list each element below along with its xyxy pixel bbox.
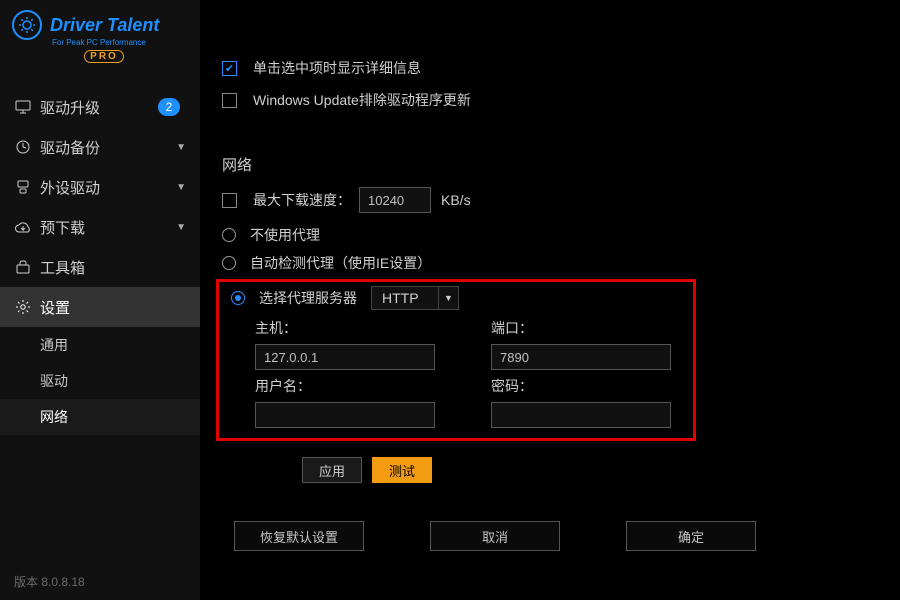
subnav-general[interactable]: 通用 [0, 327, 200, 363]
max-speed-label: 最大下载速度： [253, 190, 351, 210]
sidebar-item-predownload[interactable]: 预下载 ▼ [0, 207, 200, 247]
gear-logo-icon [12, 10, 42, 40]
settings-panel: ✔ 单击选中项时显示详细信息 Windows Update排除驱动程序更新 网络… [200, 0, 900, 600]
update-count-badge: 2 [158, 98, 180, 116]
subnav-label: 网络 [40, 407, 68, 427]
sidebar-item-peripheral[interactable]: 外设驱动 ▼ [0, 167, 200, 207]
app-logo: Driver Talent For Peak PC Performance PR… [0, 0, 200, 69]
sidebar-item-backup[interactable]: 驱动备份 ▼ [0, 127, 200, 167]
sidebar: Driver Talent For Peak PC Performance PR… [0, 0, 200, 600]
port-label: 端口： [491, 318, 691, 338]
chevron-down-icon: ▼ [176, 182, 186, 193]
proxy-select-label: 选择代理服务器 [259, 288, 357, 308]
app-name: Driver Talent [50, 16, 159, 34]
sidebar-item-settings[interactable]: 设置 [0, 287, 200, 327]
pass-input[interactable] [491, 402, 671, 428]
ok-button[interactable]: 确定 [626, 521, 756, 551]
download-icon [14, 218, 32, 236]
show-details-checkbox[interactable]: ✔ [222, 61, 237, 76]
chevron-down-icon: ▼ [176, 142, 186, 153]
clock-backup-icon [14, 138, 32, 156]
device-icon [14, 178, 32, 196]
cancel-button[interactable]: 取消 [430, 521, 560, 551]
user-label: 用户名： [255, 376, 455, 396]
chevron-down-icon: ▼ [438, 287, 458, 309]
sidebar-item-label: 驱动备份 [40, 137, 100, 158]
settings-subnav: 通用 驱动 网络 [0, 327, 200, 435]
speed-unit: KB/s [441, 192, 471, 208]
toolbox-icon [14, 258, 32, 276]
sidebar-item-label: 预下载 [40, 217, 85, 238]
show-details-label: 单击选中项时显示详细信息 [253, 58, 421, 78]
proxy-select-radio[interactable] [231, 291, 245, 305]
sidebar-item-label: 外设驱动 [40, 177, 100, 198]
host-label: 主机： [255, 318, 455, 338]
user-input[interactable] [255, 402, 435, 428]
proxy-auto-radio[interactable] [222, 256, 236, 270]
subnav-label: 通用 [40, 335, 68, 355]
sidebar-item-label: 设置 [40, 297, 70, 318]
chevron-down-icon: ▼ [176, 222, 186, 233]
apply-button[interactable]: 应用 [302, 457, 362, 483]
network-section-title: 网络 [222, 154, 880, 175]
max-speed-checkbox[interactable] [222, 193, 237, 208]
exclude-wu-checkbox[interactable] [222, 93, 237, 108]
host-input[interactable] [255, 344, 435, 370]
port-input[interactable] [491, 344, 671, 370]
edition-badge: PRO [84, 50, 124, 63]
subnav-network[interactable]: 网络 [0, 399, 200, 435]
proxy-highlight-box: 选择代理服务器 HTTP ▼ 主机： 端口： 用户名： 密码： [216, 279, 696, 441]
sidebar-item-toolbox[interactable]: 工具箱 [0, 247, 200, 287]
restore-defaults-button[interactable]: 恢复默认设置 [234, 521, 364, 551]
sidebar-item-label: 工具箱 [40, 257, 85, 278]
subnav-label: 驱动 [40, 371, 68, 391]
sidebar-item-label: 驱动升级 [40, 97, 100, 118]
proxy-none-label: 不使用代理 [250, 225, 320, 245]
exclude-wu-label: Windows Update排除驱动程序更新 [253, 90, 471, 110]
proxy-type-value: HTTP [372, 290, 438, 306]
test-button[interactable]: 测试 [372, 457, 432, 483]
app-tagline: For Peak PC Performance [52, 38, 190, 47]
version-label: 版本 8.0.8.18 [0, 563, 200, 600]
subnav-driver[interactable]: 驱动 [0, 363, 200, 399]
proxy-none-radio[interactable] [222, 228, 236, 242]
gear-icon [14, 298, 32, 316]
proxy-type-dropdown[interactable]: HTTP ▼ [371, 286, 459, 310]
max-speed-input[interactable] [359, 187, 431, 213]
nav: 驱动升级 2 驱动备份 ▼ 外设驱动 ▼ 预下载 ▼ 工具箱 设置 通用 驱动 [0, 87, 200, 435]
proxy-auto-label: 自动检测代理（使用IE设置） [250, 253, 431, 273]
monitor-icon [14, 98, 32, 116]
pass-label: 密码： [491, 376, 691, 396]
sidebar-item-upgrade[interactable]: 驱动升级 2 [0, 87, 200, 127]
